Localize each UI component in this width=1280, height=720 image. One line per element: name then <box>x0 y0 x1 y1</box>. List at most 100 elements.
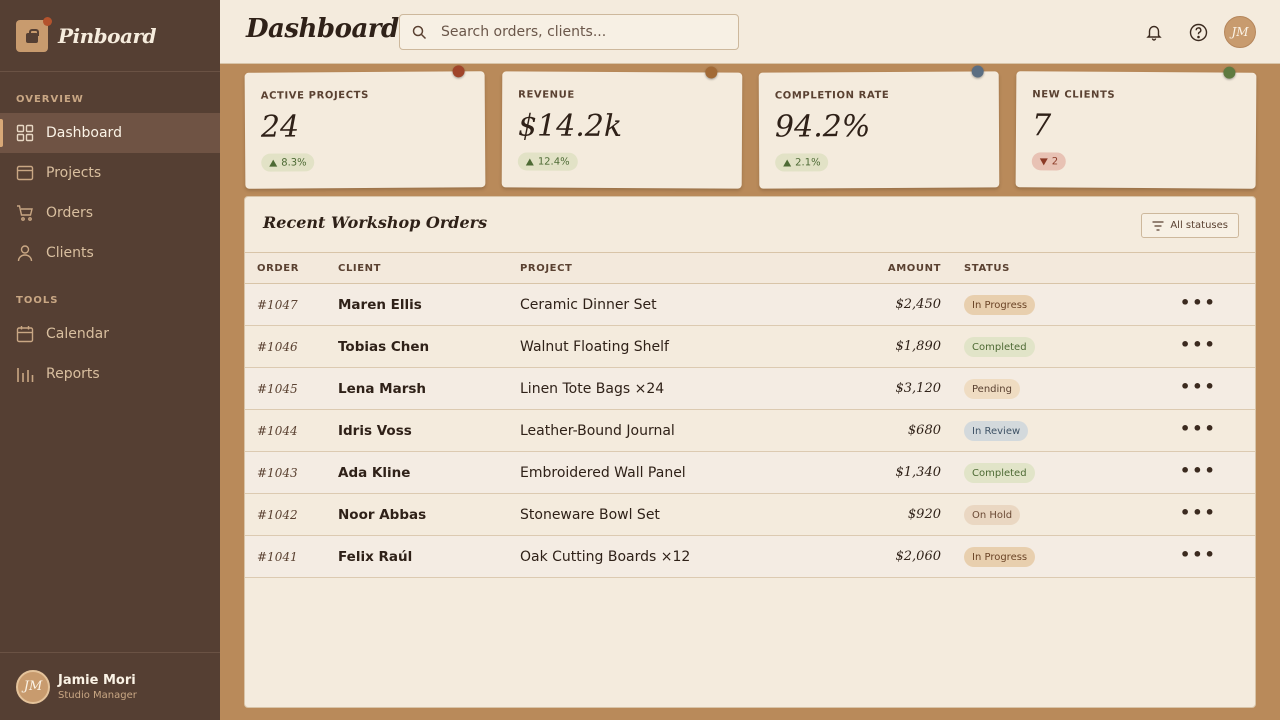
sidebar-item-label: Clients <box>46 245 94 261</box>
stat-change: 8.3% <box>281 156 307 169</box>
more-actions-icon[interactable]: ••• <box>1180 377 1217 396</box>
status-badge: In Progress <box>964 547 1036 567</box>
pin-icon <box>1223 66 1236 79</box>
status-badge: On Hold <box>964 505 1021 525</box>
stat-value: 7 <box>1031 108 1052 144</box>
stat-value: 24 <box>260 109 300 145</box>
order-amount: $1,340 <box>895 465 942 480</box>
grid-icon <box>16 124 34 142</box>
more-actions-icon[interactable]: ••• <box>1180 335 1217 354</box>
search-box[interactable] <box>399 14 739 50</box>
table-row[interactable]: #1042 Noor Abbas Stoneware Bowl Set $920… <box>245 494 1255 536</box>
project-name: Oak Cutting Boards ×12 <box>520 549 691 565</box>
help-icon[interactable] <box>1186 20 1210 44</box>
column-header-client[interactable]: CLIENT <box>338 263 381 274</box>
pin-icon <box>971 65 984 78</box>
section-label-tools: TOOLS <box>16 295 59 306</box>
order-amount: $2,060 <box>895 549 942 564</box>
more-actions-icon[interactable]: ••• <box>1180 503 1217 522</box>
arrow-down-icon <box>1039 157 1048 165</box>
project-name: Ceramic Dinner Set <box>520 297 657 313</box>
order-id: #1041 <box>257 550 298 564</box>
sidebar-item-clients[interactable]: Clients <box>0 233 220 273</box>
brand-name: Pinboard <box>58 23 156 48</box>
stat-change: 12.4% <box>537 156 570 168</box>
order-amount: $680 <box>907 423 941 438</box>
brand[interactable]: Pinboard <box>0 0 220 72</box>
sidebar-item-calendar[interactable]: Calendar <box>0 314 220 354</box>
bell-icon[interactable] <box>1142 20 1166 44</box>
sidebar-item-label: Reports <box>46 366 100 382</box>
stat-card-active-projects: ACTIVE PROJECTS 24 8.3% <box>244 65 486 189</box>
status-badge: Completed <box>964 463 1035 483</box>
client-name: Tobias Chen <box>338 339 430 355</box>
stat-change-badge: 12.4% <box>517 152 578 171</box>
sidebar-item-label: Dashboard <box>46 125 122 141</box>
sidebar-item-reports[interactable]: Reports <box>0 354 220 394</box>
project-name: Walnut Floating Shelf <box>520 339 669 355</box>
filter-label: All statuses <box>1170 220 1228 231</box>
more-actions-icon[interactable]: ••• <box>1180 293 1217 312</box>
stat-value: $14.2k <box>517 108 623 145</box>
table-row[interactable]: #1045 Lena Marsh Linen Tote Bags ×24 $3,… <box>245 368 1255 410</box>
project-name: Leather-Bound Journal <box>520 423 675 439</box>
status-badge: Pending <box>964 379 1020 399</box>
search-icon <box>412 25 427 40</box>
column-header-status[interactable]: STATUS <box>964 263 1010 274</box>
brand-pin-dot <box>43 16 52 26</box>
stat-label: REVENUE <box>518 89 575 101</box>
stat-change-badge: 2 <box>1031 152 1067 171</box>
status-filter-button[interactable]: All statuses <box>1141 213 1239 238</box>
sidebar-item-projects[interactable]: Projects <box>0 153 220 193</box>
project-name: Linen Tote Bags ×24 <box>520 381 665 397</box>
briefcase-icon <box>16 16 52 52</box>
table-row[interactable]: #1043 Ada Kline Embroidered Wall Panel $… <box>245 452 1255 494</box>
order-amount: $1,890 <box>895 339 942 354</box>
stat-card-new-clients: NEW CLIENTS 7 2 <box>1015 66 1257 189</box>
pin-icon <box>705 66 718 79</box>
sidebar-item-label: Calendar <box>46 326 109 342</box>
order-id: #1043 <box>257 466 298 480</box>
sidebar-item-dashboard[interactable]: Dashboard <box>0 113 220 153</box>
pin-icon <box>452 65 465 78</box>
stat-label: COMPLETION RATE <box>774 89 890 102</box>
table-header: ORDER CLIENT PROJECT AMOUNT STATUS <box>245 252 1255 284</box>
stat-change: 2 <box>1051 155 1059 167</box>
sidebar-item-orders[interactable]: Orders <box>0 193 220 233</box>
project-name: Embroidered Wall Panel <box>520 465 686 481</box>
header-avatar[interactable]: JM <box>1224 16 1256 48</box>
more-actions-icon[interactable]: ••• <box>1180 545 1217 564</box>
user-profile[interactable]: JM Jamie Mori Studio Manager <box>0 652 220 720</box>
client-name: Lena Marsh <box>338 381 427 397</box>
client-name: Idris Voss <box>338 423 412 439</box>
table-row[interactable]: #1046 Tobias Chen Walnut Floating Shelf … <box>245 326 1255 368</box>
page-title: Dashboard <box>246 14 399 44</box>
column-header-project[interactable]: PROJECT <box>520 263 572 274</box>
column-header-order[interactable]: ORDER <box>257 263 299 274</box>
sidebar: Pinboard OVERVIEW Dashboard Projects Ord… <box>0 0 220 720</box>
order-id: #1044 <box>257 424 298 438</box>
avatar: JM <box>16 669 50 704</box>
order-amount: $2,450 <box>895 297 942 312</box>
table-row[interactable]: #1047 Maren Ellis Ceramic Dinner Set $2,… <box>245 284 1255 326</box>
status-badge: Completed <box>964 337 1035 357</box>
stat-card-completion-rate: COMPLETION RATE 94.2% 2.1% <box>758 65 1000 189</box>
sidebar-item-label: Projects <box>46 165 102 181</box>
table-row[interactable]: #1044 Idris Voss Leather-Bound Journal $… <box>245 410 1255 452</box>
table-row[interactable]: #1041 Felix Raúl Oak Cutting Boards ×12 … <box>245 536 1255 578</box>
bar-chart-icon <box>16 365 34 383</box>
order-amount: $920 <box>907 507 941 522</box>
section-label-overview: OVERVIEW <box>16 94 84 105</box>
order-id: #1046 <box>257 340 298 354</box>
panel-title: Recent Workshop Orders <box>263 213 488 232</box>
status-badge: In Review <box>964 421 1029 441</box>
stat-change-badge: 2.1% <box>775 153 829 172</box>
more-actions-icon[interactable]: ••• <box>1180 419 1217 438</box>
top-header: Dashboard JM <box>220 0 1280 64</box>
browser-window-icon <box>16 164 34 182</box>
column-header-amount[interactable]: AMOUNT <box>888 263 941 274</box>
more-actions-icon[interactable]: ••• <box>1180 461 1217 480</box>
search-input[interactable] <box>441 24 721 40</box>
project-name: Stoneware Bowl Set <box>520 507 660 523</box>
cart-icon <box>16 204 34 222</box>
